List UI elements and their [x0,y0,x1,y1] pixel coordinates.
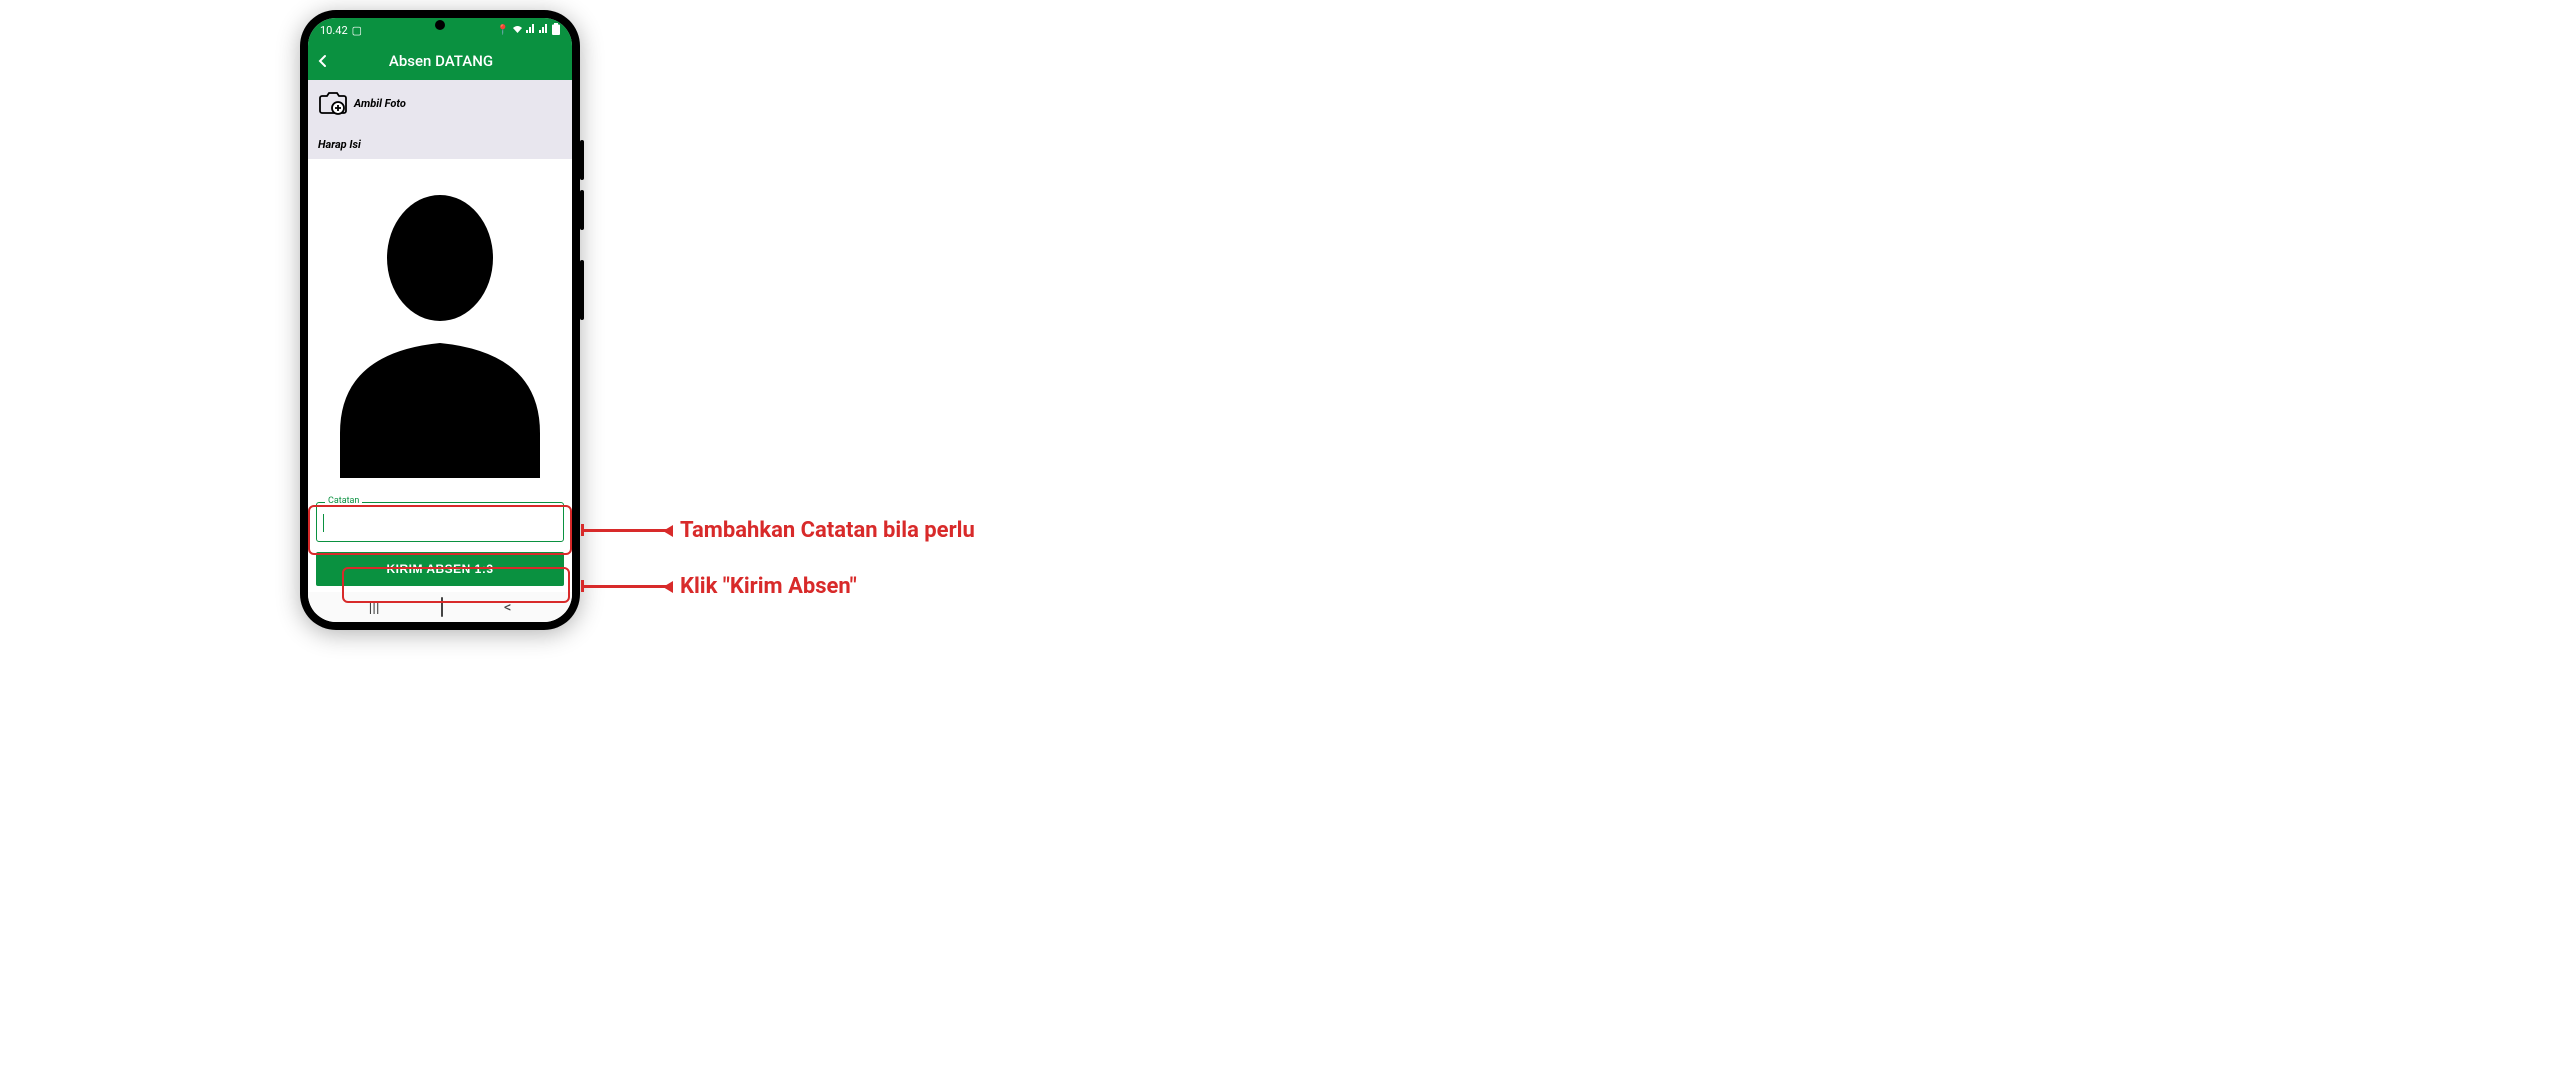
phone-camera-notch [435,20,445,30]
phone-side-button [580,140,584,180]
take-photo-row[interactable]: Ambil Foto [318,90,562,116]
kirim-absen-button[interactable]: KIRIM ABSEN 1:3 [316,552,564,586]
phone-side-button [580,190,584,230]
nav-recent-button[interactable]: ||| [369,598,380,616]
status-time-area: 10.42 ▢ [320,24,362,37]
phone-device-frame: 10.42 ▢ 📍 [300,10,580,630]
app-bar: Absen DATANG [308,42,572,80]
required-hint: Harap Isi [318,138,562,151]
catatan-input[interactable]: Catatan [316,502,564,542]
nav-back-button[interactable]: < [504,598,512,616]
annotation-1: Tambahkan Catatan bila perlu [582,518,975,543]
nav-home-button[interactable] [441,598,443,616]
photo-upload-section: Ambil Foto Harap Isi [308,80,572,159]
take-photo-label: Ambil Foto [354,97,406,110]
status-indicators: 📍 [497,23,560,38]
page-title: Absen DATANG [338,52,544,70]
form-bottom-section: Catatan KIRIM ABSEN 1:3 [308,496,572,592]
annotation-2: Klik "Kirim Absen" [582,574,857,599]
annotation-text-2: Klik "Kirim Absen" [680,574,857,599]
person-silhouette-icon [325,178,555,478]
status-time: 10.42 [320,24,348,37]
back-button[interactable] [316,49,330,73]
input-legend: Catatan [325,496,362,506]
android-nav-bar: ||| < [308,592,572,622]
status-notif-icon: ▢ [352,24,362,37]
wifi-icon [512,24,523,36]
signal-icon [526,24,536,36]
camera-add-icon [318,90,348,116]
signal-icon-2 [539,24,549,36]
phone-screen: 10.42 ▢ 📍 [308,18,572,622]
annotation-text-1: Tambahkan Catatan bila perlu [680,518,975,543]
phone-power-button [580,260,584,320]
annotation-arrow [582,585,672,588]
photo-preview-area [308,159,572,496]
battery-icon [552,23,560,38]
text-cursor [323,514,324,532]
annotation-arrow [582,529,672,532]
location-icon: 📍 [497,25,509,36]
